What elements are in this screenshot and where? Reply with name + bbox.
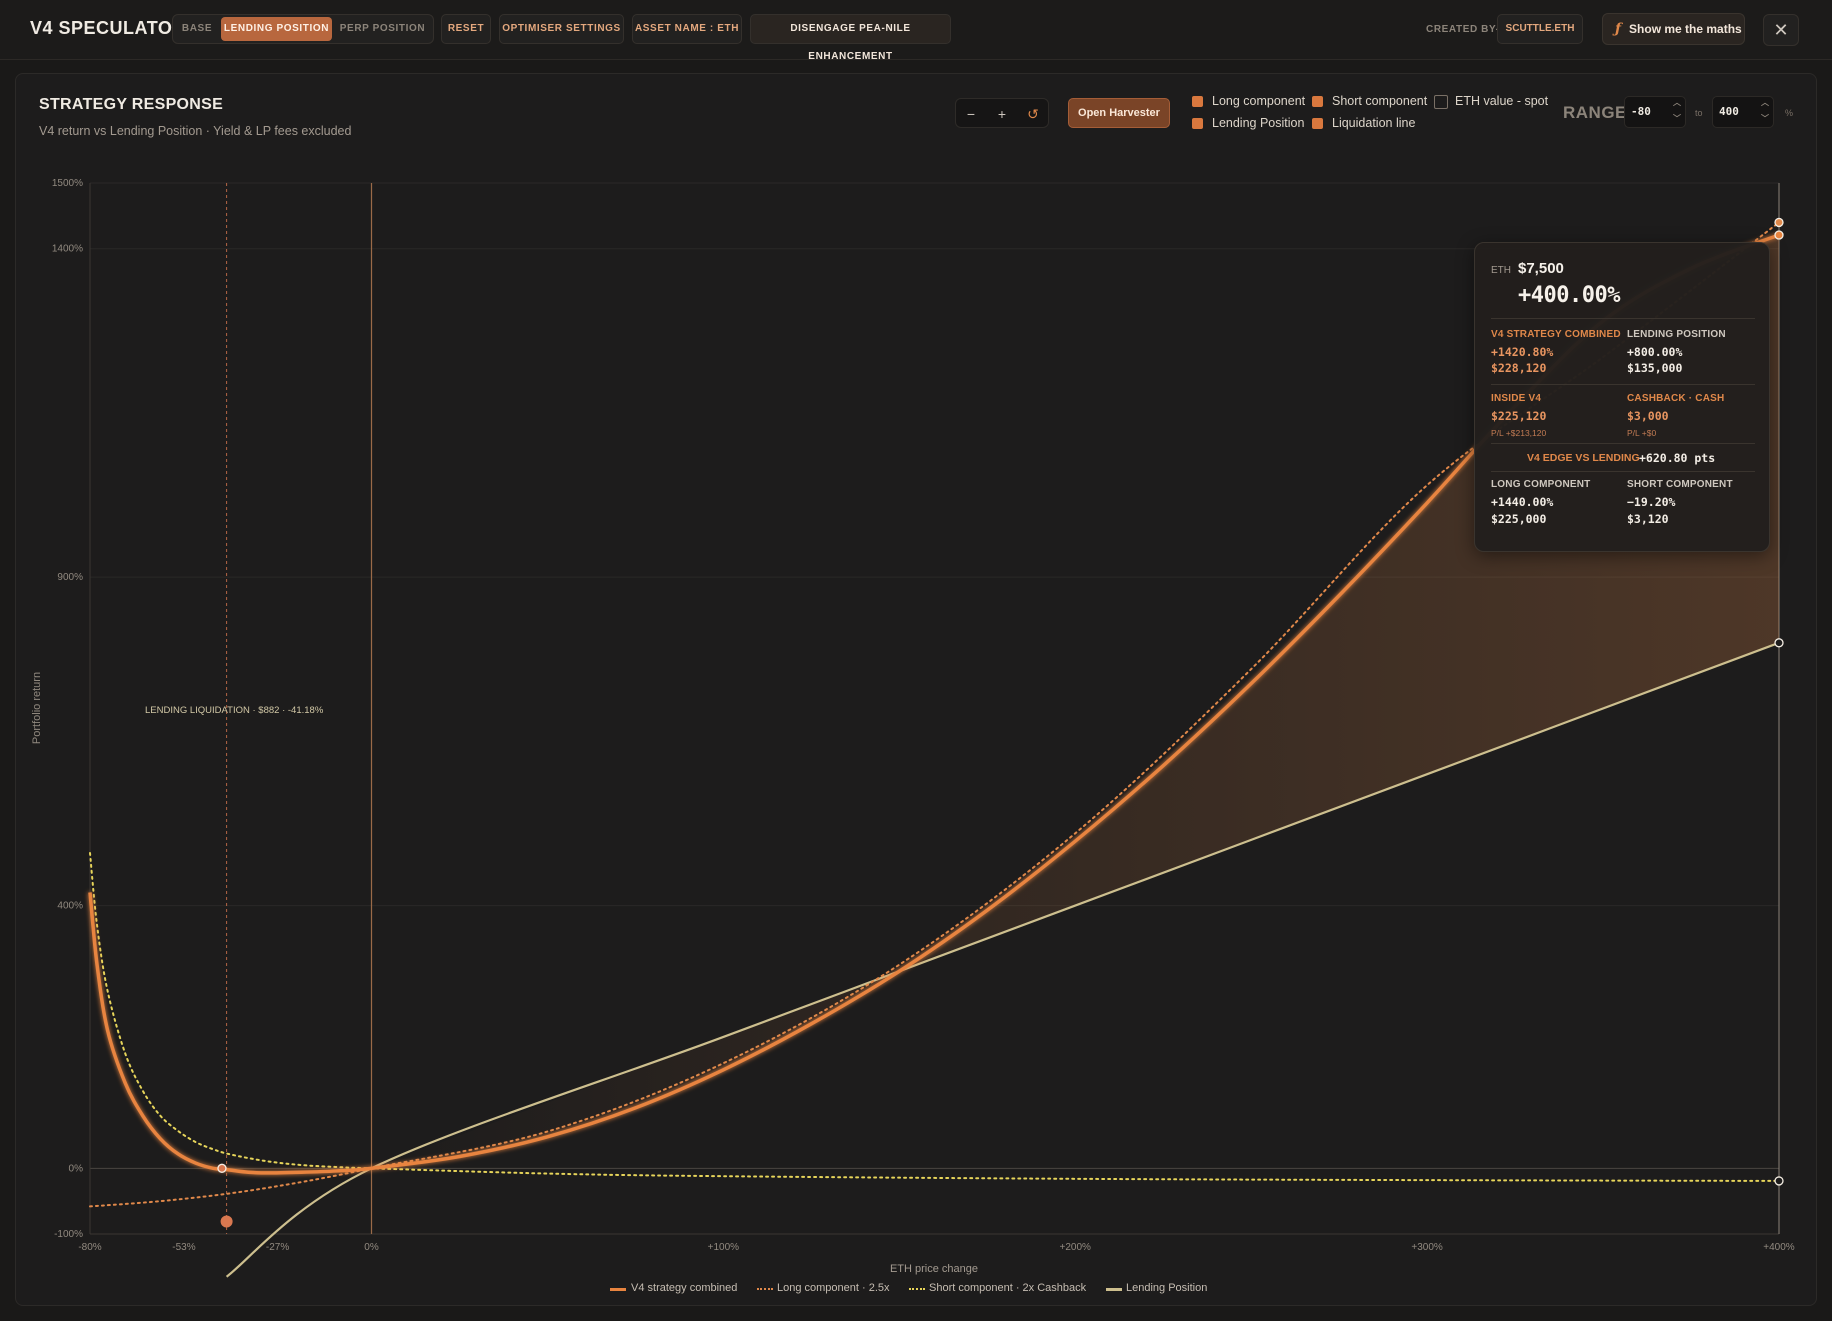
legend-long: Long component · 2.5x	[777, 1282, 890, 1294]
liquidation-annotation: LENDING LIQUIDATION · $882 · -41.18%	[145, 705, 324, 716]
tooltip-cashback-pl: P/L +$0	[1627, 428, 1657, 438]
legend-swatch-lending	[1106, 1288, 1122, 1291]
y-tick-label: -100%	[54, 1229, 83, 1240]
x-tick-label: -27%	[266, 1242, 289, 1253]
x-axis-label: ETH price change	[890, 1263, 978, 1275]
legend-swatch-short	[909, 1288, 925, 1290]
tooltip-cashback-usd: $3,000	[1627, 409, 1669, 423]
tooltip-price: $7,500	[1518, 260, 1564, 277]
x-tick-label: +200%	[1060, 1242, 1092, 1253]
marker-short-end	[1774, 1176, 1784, 1186]
series-short-component	[89, 852, 1780, 1182]
tooltip-lending-usd: $135,000	[1627, 361, 1683, 375]
x-tick-label: -53%	[172, 1242, 195, 1253]
tooltip-inside-label: INSIDE V4	[1491, 393, 1542, 404]
y-tick-label: 900%	[57, 572, 83, 583]
legend-v4: V4 strategy combined	[631, 1282, 738, 1294]
marker-long-end	[1774, 217, 1784, 228]
tooltip-cashback-label: CASHBACK · CASH	[1627, 393, 1725, 404]
legend-lending: Lending Position	[1126, 1282, 1208, 1294]
tooltip-inside-usd: $225,120	[1491, 409, 1547, 423]
tooltip-long-usd: $225,000	[1491, 512, 1547, 526]
tooltip-short-label: SHORT COMPONENT	[1627, 479, 1733, 490]
x-tick-label: +300%	[1411, 1242, 1443, 1253]
y-tick-label: 1400%	[52, 244, 83, 255]
legend-short: Short component · 2x Cashback	[929, 1282, 1087, 1294]
tooltip-divider	[1491, 384, 1755, 385]
series-lending-position	[225, 641, 1780, 1278]
tooltip-edge-value: +620.80 pts	[1639, 451, 1716, 465]
y-tick-label: 0%	[69, 1163, 84, 1174]
tooltip-v4-usd: $228,120	[1491, 361, 1547, 375]
y-axis-label: Portfolio return	[31, 672, 43, 744]
x-tick-label: +100%	[708, 1242, 740, 1253]
tooltip-long-pct: +1440.00%	[1491, 495, 1554, 509]
tooltip-change: +400.00%	[1518, 283, 1620, 308]
tooltip-divider	[1491, 318, 1755, 319]
tooltip-divider	[1491, 471, 1755, 472]
marker-lending-liquidation	[220, 1215, 233, 1228]
marker-v4-end	[1774, 230, 1784, 240]
x-tick-label: 0%	[364, 1242, 379, 1253]
legend-swatch-v4	[610, 1288, 626, 1291]
legend-swatch-long	[757, 1288, 773, 1290]
x-tick-label: -80%	[78, 1242, 101, 1253]
tooltip-inside-pl: P/L +$213,120	[1491, 428, 1547, 438]
tooltip-edge-label: V4 EDGE VS LENDING	[1527, 452, 1640, 464]
marker-v4-liquidation	[217, 1163, 227, 1173]
tooltip-lending-label: LENDING POSITION	[1627, 329, 1726, 340]
hover-tooltip: ETH $7,500 +400.00% V4 STRATEGY COMBINED…	[1474, 242, 1770, 552]
y-tick-label: 1500%	[52, 178, 83, 189]
y-tick-label: 400%	[57, 901, 83, 912]
tooltip-v4-label: V4 STRATEGY COMBINED	[1491, 329, 1621, 340]
strategy-chart[interactable]: 1500% 1400% 900% 400% 0% -100% -80% -53% -27% 0% +…	[0, 0, 1832, 1321]
tooltip-v4-pct: +1420.80%	[1491, 345, 1554, 359]
x-tick-label: +400%	[1763, 1242, 1795, 1253]
tooltip-divider	[1491, 443, 1755, 444]
tooltip-lending-pct: +800.00%	[1627, 345, 1683, 359]
tooltip-short-usd: $3,120	[1627, 512, 1669, 526]
tooltip-short-pct: −19.20%	[1627, 495, 1676, 509]
tooltip-asset: ETH	[1491, 265, 1511, 276]
marker-lending-end	[1774, 638, 1784, 648]
tooltip-long-label: LONG COMPONENT	[1491, 479, 1591, 490]
